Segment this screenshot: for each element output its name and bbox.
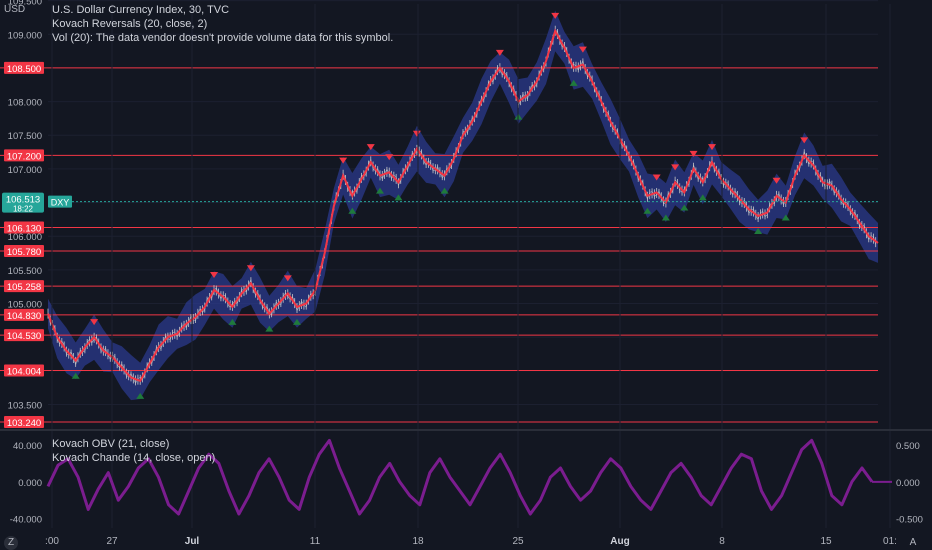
x-tick-label: 11 [310, 536, 321, 547]
y-tick-label: 107.500 [8, 131, 42, 142]
y-tick-label: 103.500 [8, 400, 42, 411]
legend-symbol[interactable]: U.S. Dollar Currency Index, 30, TVC [52, 4, 229, 16]
currency-label: USD [4, 4, 26, 15]
y-tick-label: 105.000 [8, 299, 42, 310]
level-price-label: 103.240 [7, 418, 41, 429]
lower-y-tick-right: -0.500 [896, 515, 923, 526]
level-price-label: 107.200 [7, 151, 41, 162]
level-price-label: 104.530 [7, 331, 41, 342]
x-tick-label: Aug [610, 536, 629, 547]
bar-countdown: 18:22 [13, 205, 34, 214]
x-tick-label: 18 [412, 536, 424, 547]
symbol-label: DXY [51, 198, 70, 208]
y-tick-label: 106.000 [8, 232, 42, 243]
x-tick-label: Jul [185, 536, 200, 547]
y-tick-label: 105.500 [8, 266, 42, 277]
legend-kovach-obv[interactable]: Kovach OBV (21, close) [52, 438, 169, 450]
lower-y-tick-left: -40.000 [10, 515, 42, 526]
lower-y-tick-right: 0.500 [896, 441, 920, 452]
x-tick-label: :00 [45, 536, 59, 547]
price-chart[interactable]: 109.500109.000108.500108.000107.500107.2… [0, 0, 932, 550]
lower-y-tick-right: 0.000 [896, 478, 920, 489]
x-tick-label: 8 [719, 536, 725, 547]
x-tick-label: 25 [512, 536, 524, 547]
lower-y-tick-left: 0.000 [18, 478, 42, 489]
level-price-label: 108.500 [7, 64, 41, 75]
lower-y-tick-left: 40.000 [13, 441, 42, 452]
zoom-button[interactable]: Z [4, 536, 18, 550]
legend-kovach-reversals[interactable]: Kovach Reversals (20, close, 2) [52, 18, 207, 30]
y-tick-label: 109.000 [8, 30, 42, 41]
level-price-label: 104.004 [7, 367, 41, 378]
level-price-label: 105.258 [7, 282, 41, 293]
x-tick-label: 27 [106, 536, 118, 547]
level-price-label: 105.780 [7, 247, 41, 258]
auto-scale-button[interactable]: A [906, 536, 920, 550]
x-tick-label: 01: [883, 536, 897, 547]
legend-volume[interactable]: Vol (20): The data vendor doesn't provid… [52, 32, 393, 44]
legend-kovach-chande[interactable]: Kovach Chande (14, close, open) [52, 452, 215, 464]
y-tick-label: 107.000 [8, 165, 42, 176]
y-tick-label: 108.000 [8, 98, 42, 109]
level-price-label: 104.830 [7, 311, 41, 322]
x-tick-label: 15 [820, 536, 832, 547]
